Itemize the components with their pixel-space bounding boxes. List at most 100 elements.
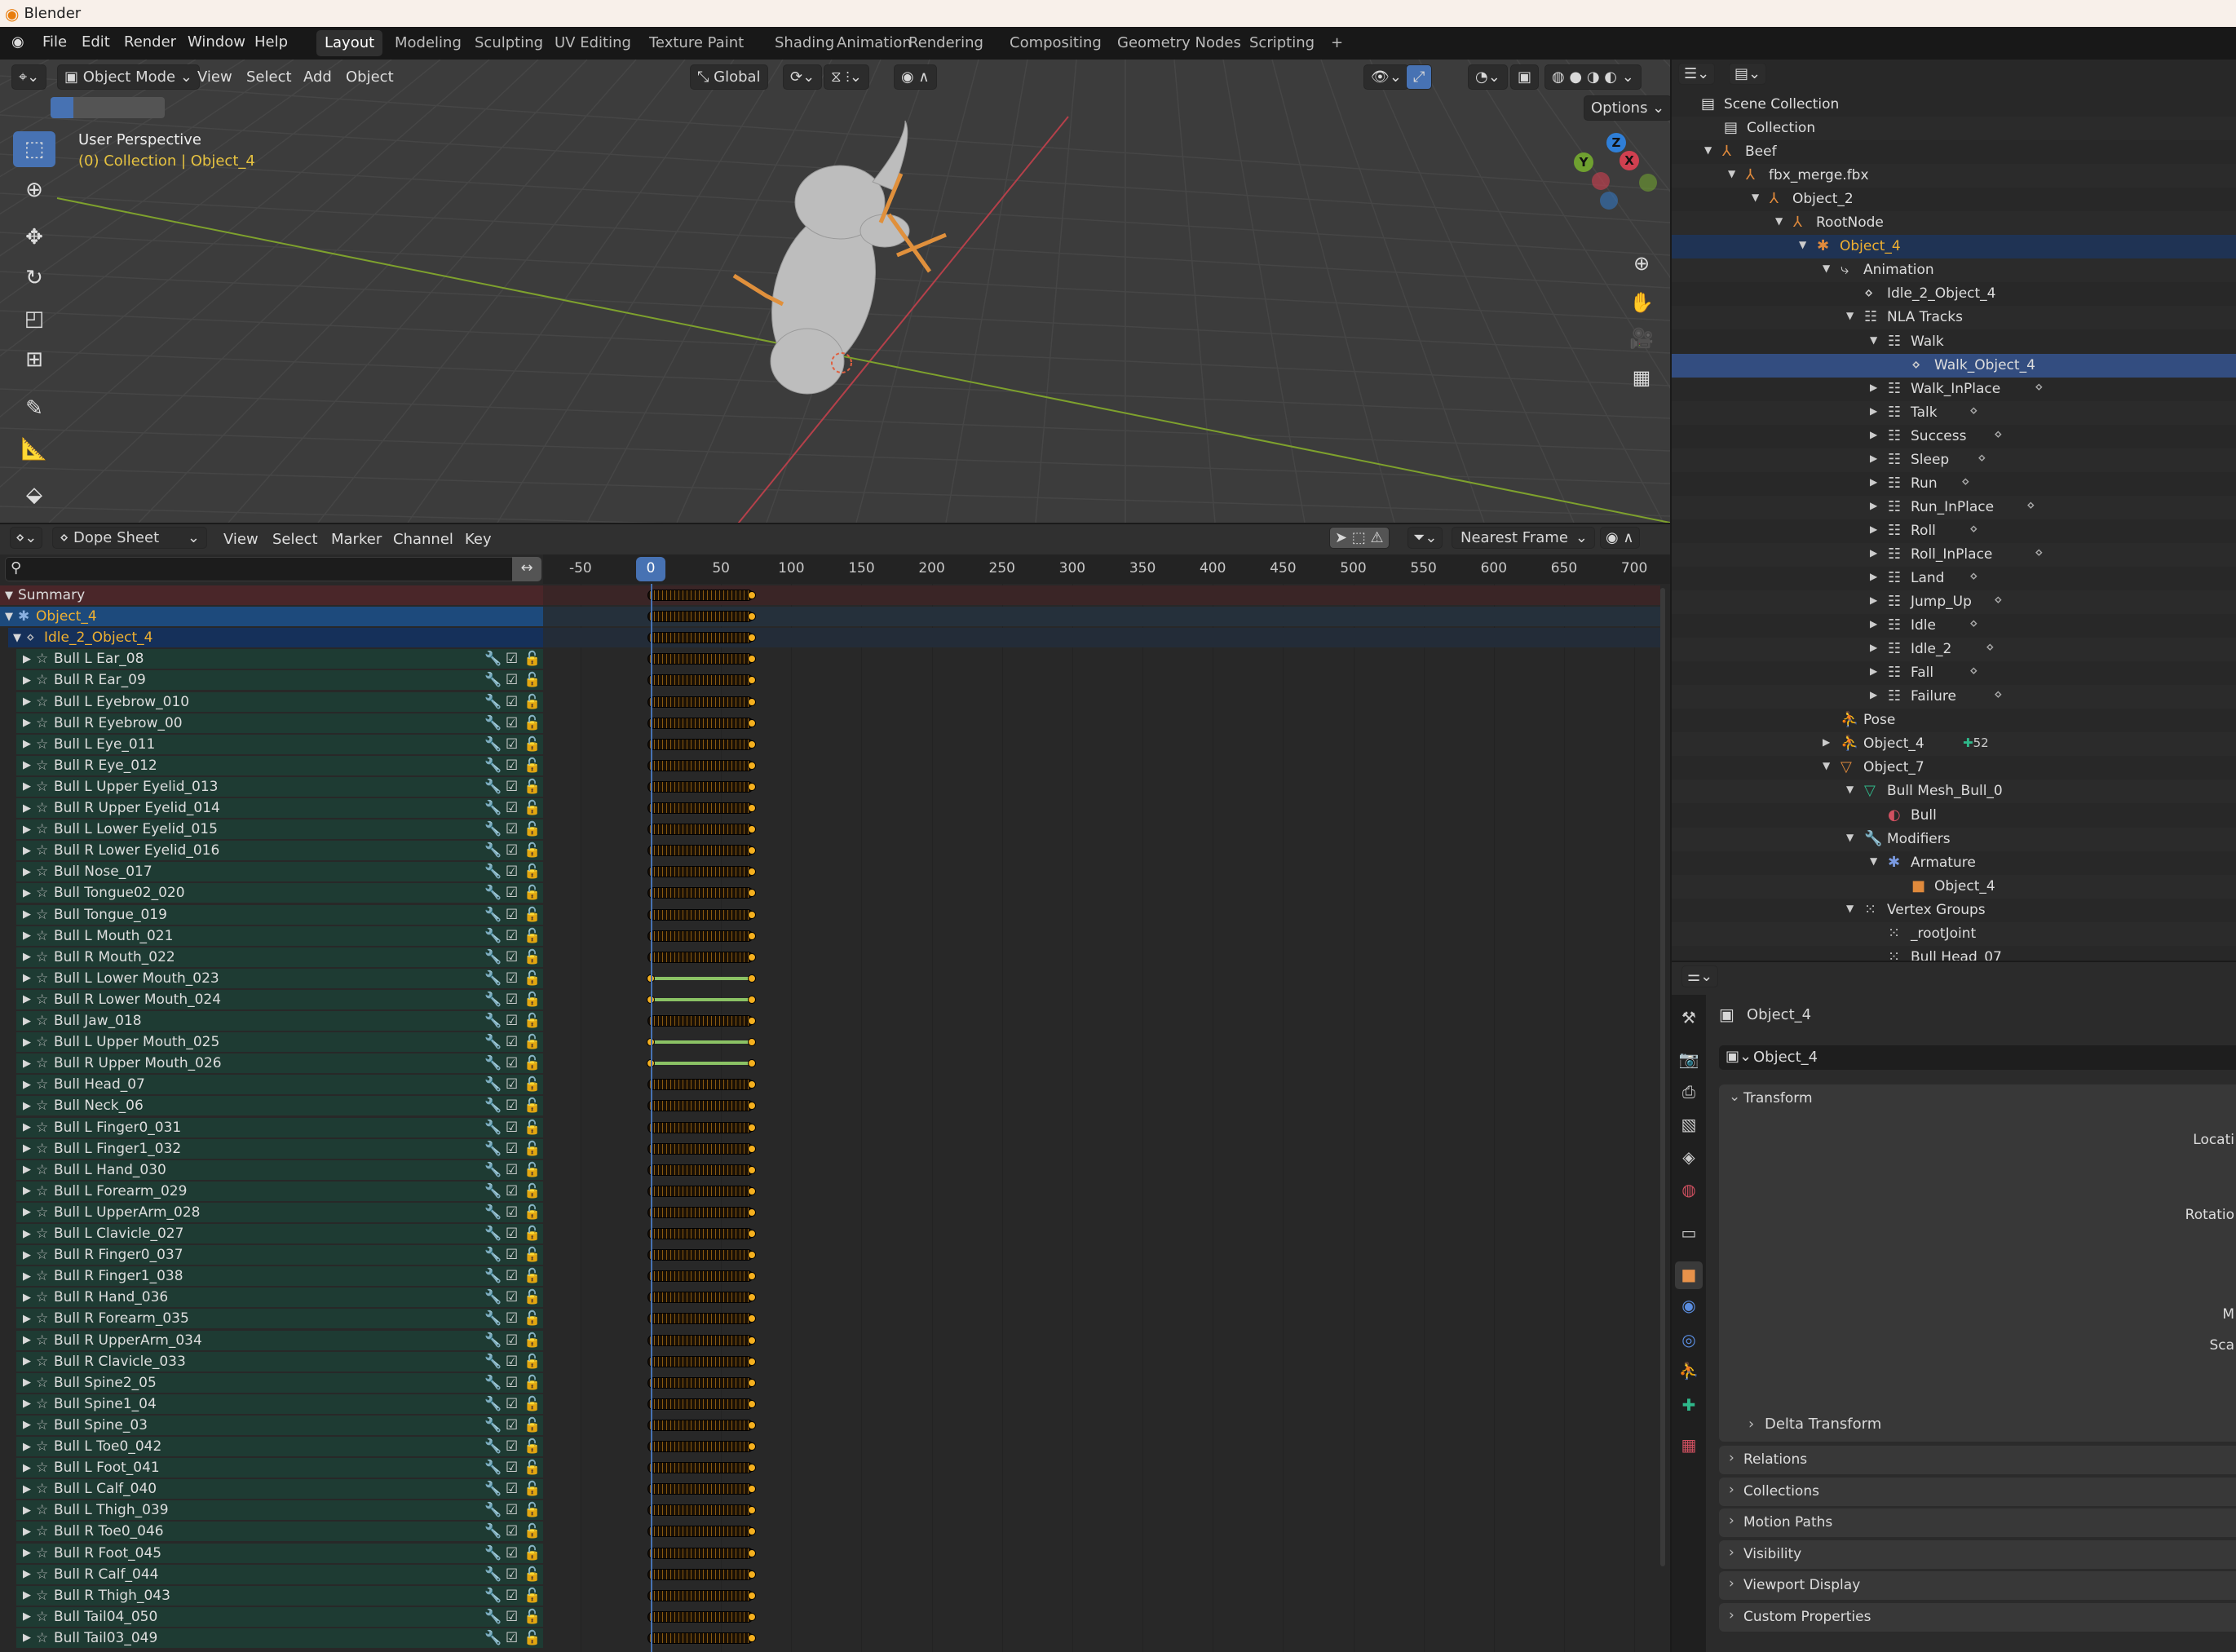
options-dropdown[interactable]: Options ⌄ <box>1584 95 1670 121</box>
selection-mode-buttons[interactable] <box>51 97 165 118</box>
keyframe-block[interactable] <box>647 951 754 963</box>
keyframe[interactable] <box>748 1591 757 1600</box>
modifier-wrench-icon[interactable]: 🔧 <box>484 1523 502 1539</box>
keyframe-track[interactable] <box>543 1224 1660 1243</box>
expand-right-icon[interactable]: ▶ <box>23 993 36 1005</box>
scene-tab[interactable]: ◈ <box>1675 1144 1703 1172</box>
summary-channel[interactable]: ▼ Summary <box>0 585 543 605</box>
channel-row[interactable]: ▶ ☆ Bull L Forearm_029 🔧 ☑ 🔓 <box>16 1181 543 1201</box>
lock-icon[interactable]: 🔓 <box>524 885 541 901</box>
channel-row[interactable]: ▶ ☆ Bull R Upper Eyelid_014 🔧 ☑ 🔓 <box>16 798 543 818</box>
keyframe[interactable] <box>748 1527 757 1536</box>
expand-right-icon[interactable]: ▶ <box>23 674 36 687</box>
expand-down-icon[interactable]: ▼ <box>1846 832 1854 843</box>
swap-filter-button[interactable]: ↔ <box>512 557 541 581</box>
keyframe-block[interactable] <box>647 590 754 601</box>
keyframe-track[interactable] <box>543 947 1660 967</box>
keyframe[interactable] <box>748 1293 757 1302</box>
channel-row[interactable]: ▶ ☆ Bull L Hand_030 🔧 ☑ 🔓 <box>16 1159 543 1180</box>
outliner-item[interactable]: ▶ ☷ Sleep ⋄ <box>1672 448 2236 472</box>
keyframe-block[interactable] <box>647 908 754 921</box>
workspace-tab-[interactable]: + <box>1323 30 1351 56</box>
keyframe[interactable] <box>748 740 757 749</box>
keyframe-track[interactable] <box>543 819 1660 839</box>
keyframe-track[interactable] <box>543 1032 1660 1052</box>
render-tab[interactable]: 📷 <box>1675 1046 1703 1074</box>
mute-checkbox[interactable]: ☑ <box>506 992 518 1008</box>
keyframe[interactable] <box>748 1165 757 1174</box>
visibility-dropdown[interactable]: 👁⌄ <box>1363 64 1409 90</box>
expand-right-icon[interactable]: ▶ <box>23 1504 36 1517</box>
keyframe[interactable] <box>748 1186 757 1195</box>
modifier-wrench-icon[interactable]: 🔧 <box>484 1417 502 1433</box>
channel-row[interactable]: ▶ ☆ Bull L Thigh_039 🔧 ☑ 🔓 <box>16 1500 543 1521</box>
lock-icon[interactable]: 🔓 <box>524 1183 541 1199</box>
workspace-tab-texture-paint[interactable]: Texture Paint <box>641 30 752 56</box>
outliner-item[interactable]: ▶ ☷ Talk ⋄ <box>1672 400 2236 425</box>
modifier-wrench-icon[interactable]: 🔧 <box>484 949 502 965</box>
mute-checkbox[interactable]: ☑ <box>506 672 518 688</box>
dopesheet-menu-marker[interactable]: Marker <box>331 531 382 548</box>
keyframe-block[interactable] <box>647 1164 754 1176</box>
proportional-editing-toggle[interactable]: ◉ ∧ <box>894 64 937 90</box>
viewport-menu-view[interactable]: View <box>197 68 232 86</box>
expand-right-icon[interactable]: ▶ <box>23 1121 36 1133</box>
expand-right-icon[interactable]: ▶ <box>23 1313 36 1325</box>
channel-row[interactable]: ▶ ☆ Bull R Mouth_022 🔧 ☑ 🔓 <box>16 947 543 967</box>
channel-row[interactable]: ▶ ☆ Bull R Forearm_035 🔧 ☑ 🔓 <box>16 1309 543 1329</box>
keyframe-track[interactable] <box>543 1118 1660 1137</box>
keyframe-track[interactable] <box>543 1373 1660 1393</box>
keyframe[interactable] <box>748 1464 757 1473</box>
keyframe[interactable] <box>748 1399 757 1408</box>
keyframe-track[interactable] <box>543 1522 1660 1541</box>
keyframe-track[interactable] <box>543 1309 1660 1328</box>
mute-checkbox[interactable]: ☑ <box>506 1162 518 1178</box>
expand-right-icon[interactable]: ▶ <box>23 1483 36 1495</box>
workspace-tab-uv-editing[interactable]: UV Editing <box>546 30 639 56</box>
outliner-item[interactable]: ▶ ☷ Failure ⋄ <box>1672 685 2236 709</box>
modifier-wrench-icon[interactable]: 🔧 <box>484 1396 502 1412</box>
keyframe-block[interactable] <box>647 1376 754 1389</box>
modifier-wrench-icon[interactable]: 🔧 <box>484 1438 502 1455</box>
only-selected-toggle[interactable]: ➤ ⬚ ⚠ <box>1329 527 1390 549</box>
expand-right-icon[interactable]: ▶ <box>23 1100 36 1112</box>
gizmo-z-axis[interactable]: Z <box>1606 133 1626 152</box>
lock-icon[interactable]: 🔓 <box>524 672 541 688</box>
menu-render[interactable]: Render <box>124 33 176 51</box>
mute-checkbox[interactable]: ☑ <box>506 694 518 710</box>
mute-checkbox[interactable]: ☑ <box>506 1034 518 1050</box>
keyframe[interactable] <box>748 1612 757 1621</box>
channel-row[interactable]: ▶ ☆ Bull Spine_03 🔧 ☑ 🔓 <box>16 1415 543 1435</box>
keyframe-block[interactable] <box>647 674 754 687</box>
channel-row[interactable]: ▶ ☆ Bull R Eyebrow_00 🔧 ☑ 🔓 <box>16 713 543 733</box>
modifier-wrench-icon[interactable]: 🔧 <box>484 864 502 880</box>
outliner-item[interactable]: ▼ 🔧 Modifiers <box>1672 827 2236 851</box>
mute-checkbox[interactable]: ☑ <box>506 1289 518 1305</box>
outliner-item[interactable]: ⁙ Bull Head_07 <box>1672 945 2236 961</box>
keyframe-track[interactable] <box>543 1565 1660 1584</box>
mute-checkbox[interactable]: ☑ <box>506 1545 518 1561</box>
expand-right-icon[interactable]: ▶ <box>23 1526 36 1538</box>
lock-icon[interactable]: 🔓 <box>524 1354 541 1370</box>
mute-checkbox[interactable]: ☑ <box>506 1502 518 1518</box>
keyframe-track[interactable] <box>543 1586 1660 1606</box>
menu-window[interactable]: Window <box>188 33 245 51</box>
mute-checkbox[interactable]: ☑ <box>506 885 518 901</box>
channel-row[interactable]: ▶ ☆ Bull Tongue02_020 🔧 ☑ 🔓 <box>16 883 543 903</box>
mute-checkbox[interactable]: ☑ <box>506 1310 518 1327</box>
expand-down-icon[interactable]: ▼ <box>1752 192 1759 203</box>
expand-right-icon[interactable]: ▶ <box>1870 571 1877 582</box>
outliner-item[interactable]: ⁙ _rootJoint <box>1672 921 2236 946</box>
expand-right-icon[interactable]: ▶ <box>23 1419 36 1431</box>
display-mode-dropdown[interactable]: ▤⌄ <box>1729 63 1767 85</box>
keyframe-track[interactable] <box>543 1182 1660 1201</box>
keyframe-track[interactable] <box>543 1544 1660 1563</box>
lock-icon[interactable]: 🔓 <box>524 1460 541 1476</box>
pan-hand-icon[interactable]: ✋ <box>1625 286 1658 319</box>
panel-viewport-display[interactable]: › Viewport Display <box>1719 1571 2236 1600</box>
keyframe[interactable] <box>748 1506 757 1515</box>
modifier-wrench-icon[interactable]: 🔧 <box>484 992 502 1008</box>
keyframe-track[interactable] <box>543 692 1660 712</box>
modifier-wrench-icon[interactable]: 🔧 <box>484 842 502 859</box>
keyframe-track[interactable] <box>543 628 1660 648</box>
